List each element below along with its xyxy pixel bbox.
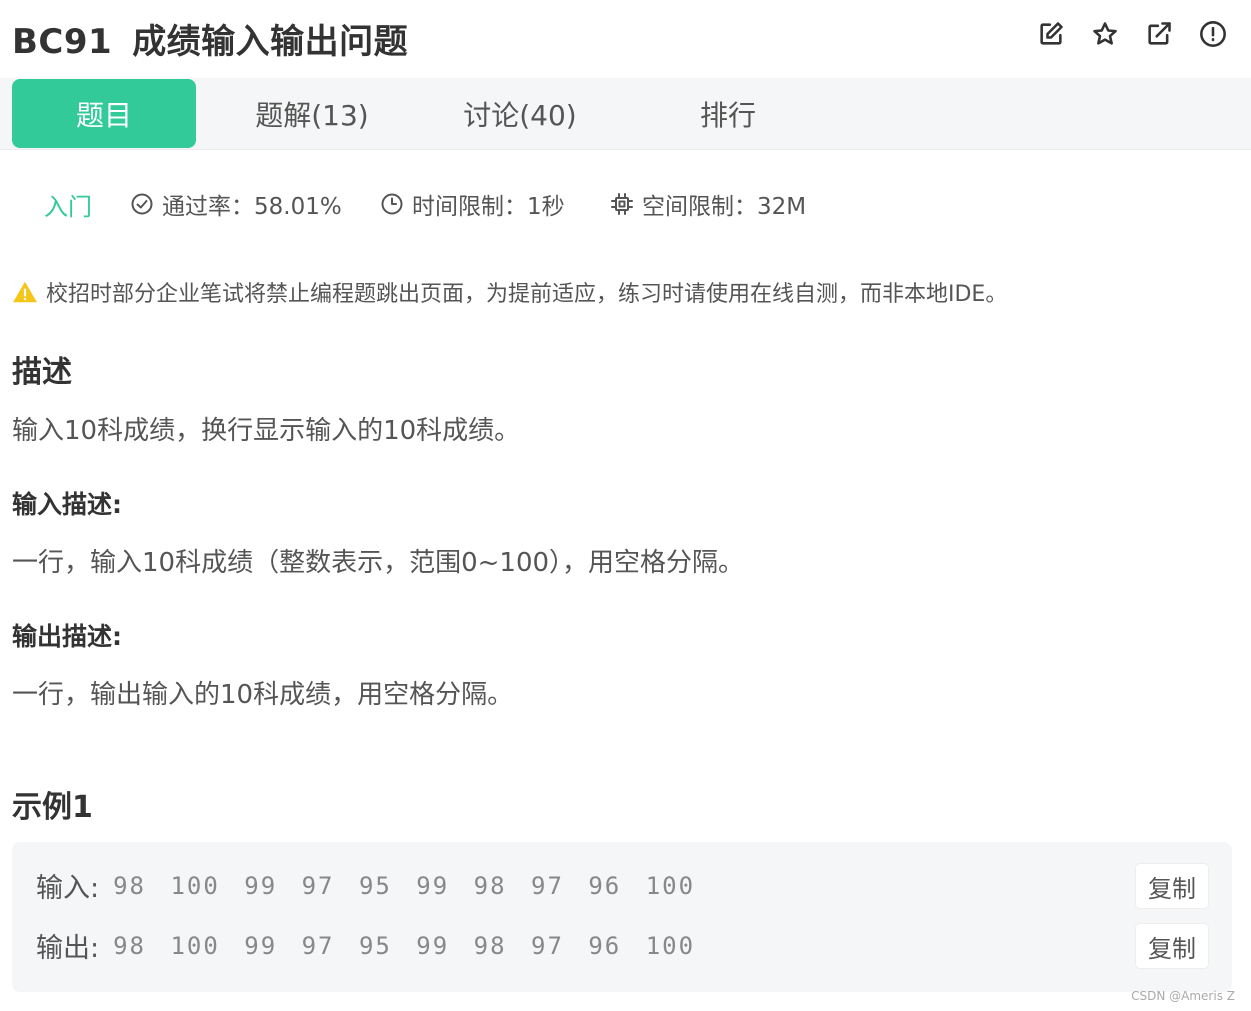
space-limit: 空间限制：32M	[610, 187, 806, 221]
time-limit: 时间限制：1秒	[380, 187, 565, 221]
edit-icon[interactable]	[1035, 18, 1067, 50]
tab-ranking[interactable]: 排行	[636, 79, 820, 148]
problem-title: 成绩输入输出问题	[132, 22, 409, 62]
clock-icon	[381, 193, 403, 215]
tab-bar: 题目 题解(13) 讨论(40) 排行	[0, 78, 1251, 150]
example-input-row: 输入: 98 100 99 97 95 99 98 97 96 100	[36, 866, 695, 905]
tab-discussion[interactable]: 讨论(40)	[428, 79, 612, 148]
time-limit-text: 时间限制：1秒	[412, 194, 565, 220]
difficulty-level: 入门	[44, 192, 92, 221]
example-output-value: 98 100 99 97 95 99 98 97 96 100	[113, 931, 696, 960]
input-desc-text: 一行，输入10科成绩（整数表示，范围0~100），用空格分隔。	[12, 548, 745, 578]
problem-header: BC91 成绩输入输出问题	[0, 0, 1251, 78]
space-limit-text: 空间限制：32M	[642, 194, 807, 220]
example-output-label: 输出:	[36, 933, 100, 964]
pass-rate: 通过率：58.01%	[130, 187, 342, 221]
example-heading: 示例1	[12, 790, 93, 825]
external-link-icon[interactable]	[1143, 18, 1175, 50]
example-output-row: 输出: 98 100 99 97 95 99 98 97 96 100	[36, 926, 695, 965]
example-input-label: 输入:	[36, 873, 100, 904]
warning-icon	[13, 281, 37, 303]
input-desc-heading: 输入描述:	[12, 490, 122, 519]
example-box: 输入: 98 100 99 97 95 99 98 97 96 100 复制 输…	[12, 842, 1232, 992]
watermark: CSDN @Ameris Z	[1131, 989, 1235, 1003]
check-circle-icon	[131, 193, 153, 215]
output-desc-heading: 输出描述:	[12, 622, 122, 651]
exam-notice: 校招时部分企业笔试将禁止编程题跳出页面，为提前适应，练习时请使用在线自测，而非本…	[12, 276, 1007, 308]
output-desc-text: 一行，输出输入的10科成绩，用空格分隔。	[12, 680, 514, 710]
tab-solutions[interactable]: 题解(13)	[220, 79, 404, 148]
chip-icon	[611, 193, 633, 215]
page-title: BC91 成绩输入输出问题	[12, 14, 408, 63]
description-text: 输入10科成绩，换行显示输入的10科成绩。	[12, 416, 521, 446]
example-input-value: 98 100 99 97 95 99 98 97 96 100	[113, 871, 696, 900]
pass-rate-text: 通过率：58.01%	[162, 194, 342, 220]
alert-circle-icon[interactable]	[1197, 18, 1229, 50]
copy-output-button[interactable]: 复制	[1136, 924, 1208, 968]
problem-meta: 入门 通过率：58.01% 时间限制：1秒 空间限制：32M	[0, 184, 1251, 224]
star-icon[interactable]	[1089, 18, 1121, 50]
description-heading: 描述	[12, 355, 72, 390]
problem-code: BC91	[12, 22, 113, 62]
copy-input-button[interactable]: 复制	[1136, 864, 1208, 908]
header-actions	[1035, 18, 1229, 50]
notice-text: 校招时部分企业笔试将禁止编程题跳出页面，为提前适应，练习时请使用在线自测，而非本…	[46, 282, 1008, 307]
tab-problem[interactable]: 题目	[12, 79, 196, 148]
